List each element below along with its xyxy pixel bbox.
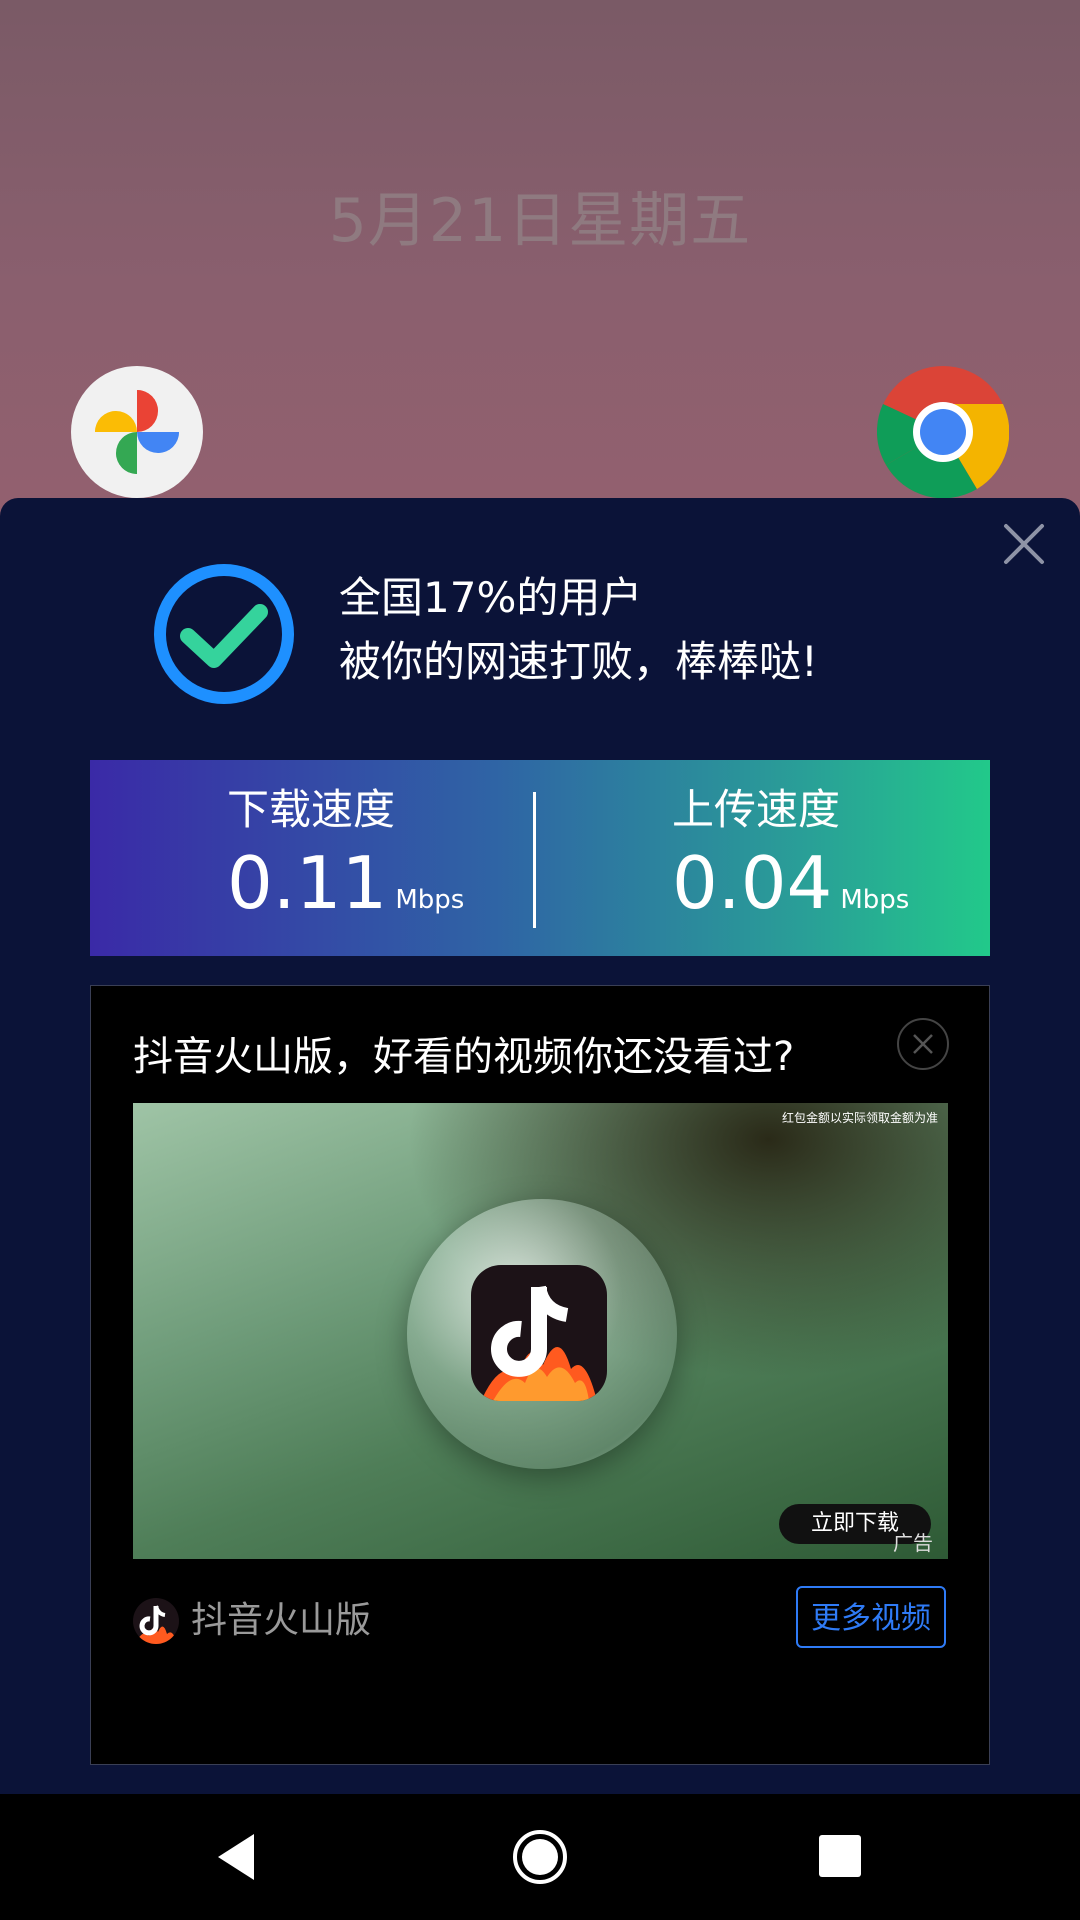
speed-summary: 下载速度 0.11 Mbps 上传速度 0.04 Mbps [90,760,990,956]
download-unit: Mbps [395,885,465,915]
upload-speed: 上传速度 0.04 Mbps [672,784,909,922]
navigation-bar [0,1794,1080,1920]
download-value-row: 0.11 Mbps [227,844,464,922]
chrome-app-icon[interactable] [876,366,1010,499]
more-videos-button[interactable]: 更多视频 [796,1586,946,1648]
upload-unit: Mbps [840,885,910,915]
pinwheel-icon [95,390,179,474]
wallpaper: 5月21日星期五 [0,0,1080,520]
close-icon [1004,524,1044,564]
ad-close-button[interactable] [897,1018,949,1070]
result-line-2: 被你的网速打败，棒棒哒! [339,637,818,686]
date-label: 5月21日星期五 [328,186,752,256]
ad-image[interactable]: 红包金额以实际领取金额为准 立即下载 广告 [133,1103,948,1559]
ad-card[interactable]: 抖音火山版，好看的视频你还没看过? 红包金额以实际领取金额为准 立即下载 广告 [90,985,990,1765]
back-button[interactable] [204,1824,270,1890]
download-speed: 下载速度 0.11 Mbps [227,784,464,922]
download-label: 下载速度 [227,785,396,834]
chrome-icon [876,366,1010,499]
result-line-1: 全国17%的用户 [339,573,643,622]
ad-badge: 广告 [893,1531,933,1555]
ad-disclaimer: 红包金额以实际领取金额为准 [781,1111,938,1125]
speed-result-panel: 全国17%的用户 被你的网速打败，棒棒哒! 下载速度 0.11 Mbps 上传速度… [0,498,1080,1794]
close-icon [913,1034,933,1054]
upload-value-row: 0.04 Mbps [672,844,909,922]
photos-app-icon[interactable] [71,366,203,498]
back-triangle-icon [218,1834,254,1880]
upload-label: 上传速度 [672,785,841,834]
result-message: 全国17%的用户 被你的网速打败，棒棒哒! [339,566,818,694]
home-button[interactable] [507,1824,573,1890]
home-circle-icon [513,1830,567,1884]
upload-value: 0.04 [672,841,833,925]
recents-square-icon [819,1835,861,1877]
douyin-huoshan-logo-icon [471,1265,607,1401]
speed-divider [533,792,536,928]
brand-logo-icon [133,1598,179,1644]
ad-title: 抖音火山版，好看的视频你还没看过? [133,1034,795,1080]
success-check-icon [152,562,296,706]
download-value: 0.11 [227,841,388,925]
brand-name: 抖音火山版 [191,1600,372,1641]
close-button[interactable] [1002,522,1046,566]
recents-button[interactable] [808,1824,874,1890]
